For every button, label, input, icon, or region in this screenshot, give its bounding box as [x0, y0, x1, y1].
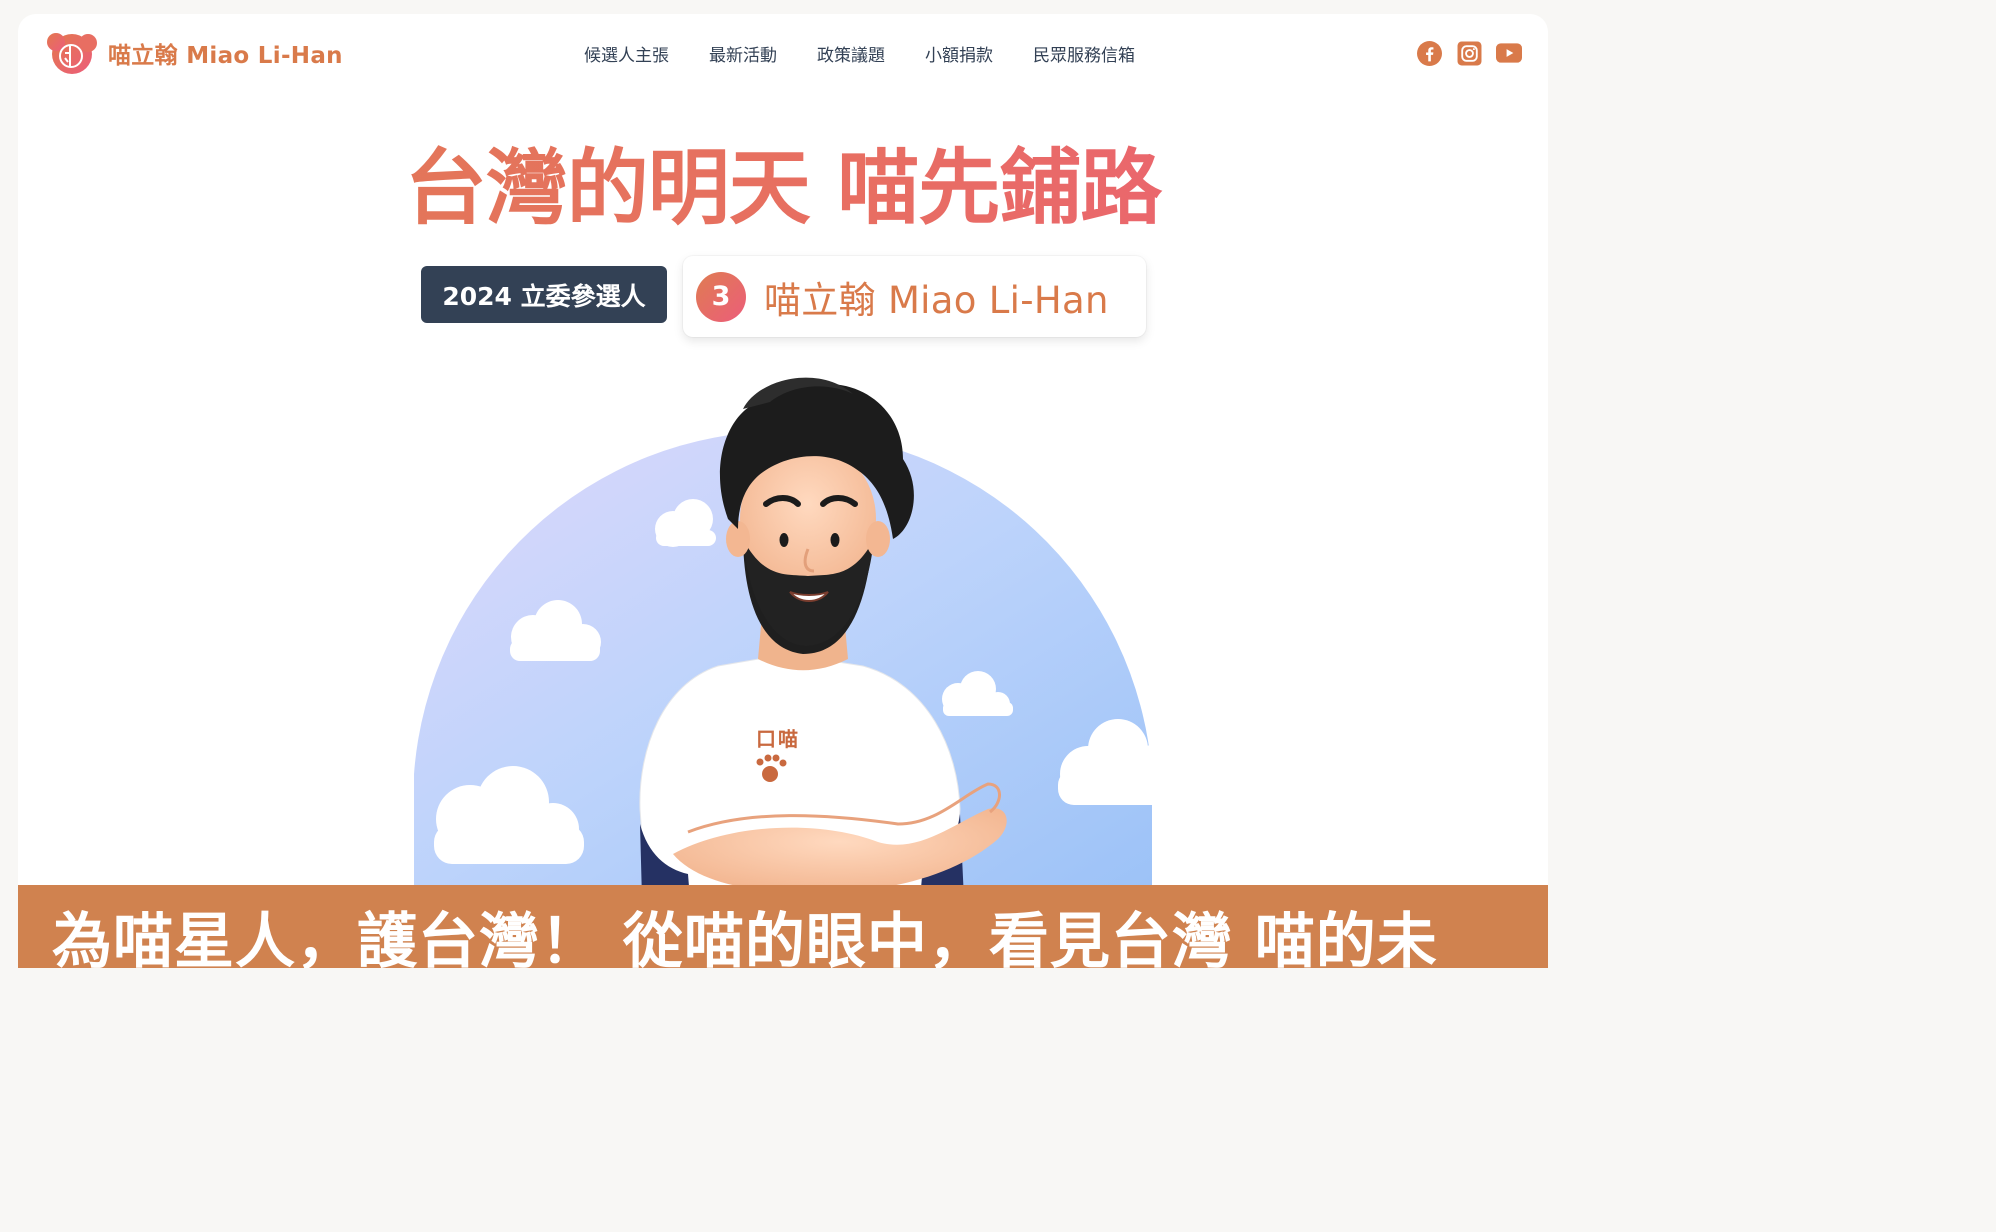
brand[interactable]: 喵立翰 Miao Li-Han — [44, 30, 343, 76]
main-nav: 候選人主張 最新活動 政策議題 小額捐款 民眾服務信箱 — [584, 41, 1135, 66]
page: 喵立翰 Miao Li-Han 候選人主張 最新活動 政策議題 小額捐款 民眾服… — [18, 14, 1548, 968]
social-links — [1416, 40, 1522, 66]
instagram-icon[interactable] — [1456, 40, 1482, 66]
svg-text:喵: 喵 — [778, 727, 798, 751]
facebook-icon[interactable] — [1416, 40, 1442, 66]
candidate-name-card: 3 喵立翰 Miao Li-Han — [683, 256, 1146, 337]
ticker-text: 為喵星人，護台灣！ 從喵的眼中，看見台灣 喵的未 — [52, 907, 1438, 968]
slogan-ticker: 為喵星人，護台灣！ 從喵的眼中，看見台灣 喵的未 — [18, 885, 1548, 968]
brand-name: 喵立翰 Miao Li-Han — [108, 43, 343, 69]
ballot-number-badge: 3 — [696, 271, 746, 322]
nav-item-service-mailbox[interactable]: 民眾服務信箱 — [1033, 41, 1135, 66]
candidate-name: 喵立翰 Miao Li-Han — [764, 278, 1109, 322]
navbar: 喵立翰 Miao Li-Han 候選人主張 最新活動 政策議題 小額捐款 民眾服… — [18, 14, 1548, 92]
svg-text:口: 口 — [756, 727, 776, 751]
brand-logo-icon — [44, 30, 100, 76]
nav-item-latest-events[interactable]: 最新活動 — [709, 41, 777, 66]
candidate-year-badge: 2024 立委參選人 — [421, 266, 667, 323]
nav-item-donate[interactable]: 小額捐款 — [925, 41, 993, 66]
candidate-illustration: 口 喵 — [398, 354, 1198, 899]
nav-item-policy-issues[interactable]: 政策議題 — [817, 41, 885, 66]
youtube-icon[interactable] — [1496, 40, 1522, 66]
hero-headline: 台灣的明天 喵先鋪路 — [18, 134, 1548, 244]
nav-item-candidate-stance[interactable]: 候選人主張 — [584, 41, 669, 66]
